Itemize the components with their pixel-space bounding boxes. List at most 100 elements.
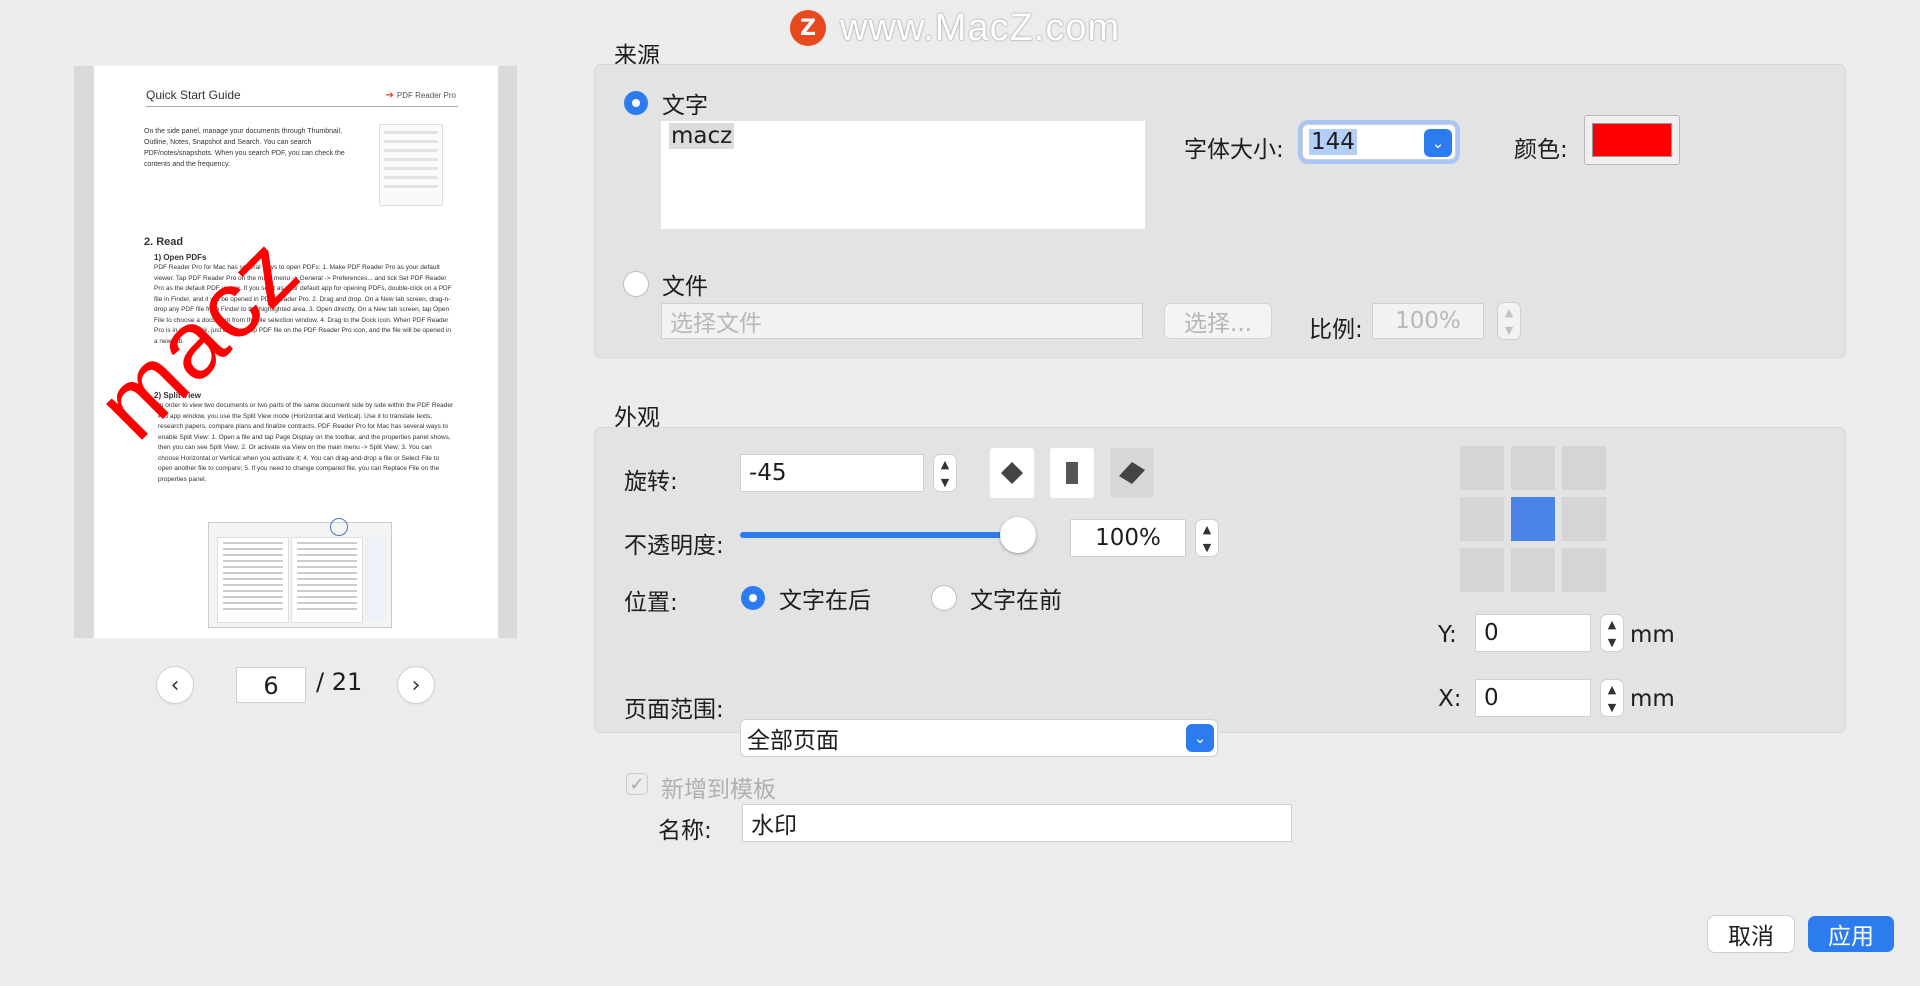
- chevron-down-icon: ▼: [1202, 540, 1212, 554]
- opacity-stepper[interactable]: ▲ ▼: [1196, 520, 1218, 556]
- add-template-checkbox[interactable]: ✓: [626, 773, 648, 795]
- next-page-button[interactable]: ›: [398, 667, 434, 703]
- brand-icon: ➔: [385, 90, 394, 101]
- chevron-up-icon: ▲: [1504, 305, 1514, 319]
- x-label: X:: [1438, 686, 1462, 712]
- cancel-button[interactable]: 取消: [1708, 916, 1794, 952]
- add-template-label: 新增到模板: [661, 777, 776, 803]
- page-total: / 21: [316, 668, 363, 696]
- preview-page: Quick Start Guide ➔ PDF Reader Pro On the…: [94, 66, 498, 638]
- chevron-down-icon: ⌄: [1186, 724, 1214, 752]
- x-stepper[interactable]: ▲ ▼: [1601, 680, 1623, 716]
- radio-front-dot[interactable]: [932, 586, 956, 610]
- page-range-value: 全部页面: [747, 728, 839, 754]
- x-unit: mm: [1630, 686, 1675, 712]
- x-input[interactable]: 0: [1475, 679, 1591, 717]
- chevron-down-icon: ⌄: [1424, 129, 1452, 157]
- position-cell[interactable]: [1460, 446, 1504, 490]
- shape-diamond-button[interactable]: [990, 448, 1034, 498]
- chevron-down-icon: ▼: [1607, 700, 1617, 714]
- radio-behind-dot[interactable]: [741, 586, 765, 610]
- scale-label: 比例:: [1309, 317, 1363, 343]
- chevron-down-icon: ▼: [940, 475, 950, 489]
- chevron-up-icon: ▲: [940, 457, 950, 471]
- position-cell[interactable]: [1562, 497, 1606, 541]
- chevron-up-icon: ▲: [1607, 617, 1617, 631]
- position-cell[interactable]: [1511, 446, 1555, 490]
- y-label: Y:: [1438, 622, 1457, 648]
- radio-behind[interactable]: 文字在后: [741, 581, 871, 615]
- color-well[interactable]: [1584, 115, 1680, 165]
- choose-file-button[interactable]: 选择...: [1164, 303, 1272, 339]
- checkmark-icon: ✓: [629, 773, 645, 795]
- position-cell[interactable]: [1511, 548, 1555, 592]
- font-size-value: 144: [1309, 129, 1357, 155]
- radio-text-dot[interactable]: [624, 91, 648, 115]
- chevron-left-icon: ‹: [170, 672, 180, 698]
- doc-brand: ➔ PDF Reader Pro: [385, 90, 456, 101]
- template-name-input[interactable]: 水印: [742, 804, 1292, 842]
- y-stepper[interactable]: ▲ ▼: [1601, 615, 1623, 651]
- radio-text[interactable]: 文字: [624, 86, 708, 120]
- rhombus-icon: [1119, 462, 1145, 484]
- y-unit: mm: [1630, 622, 1675, 648]
- site-watermark: Z www.MacZ.com: [790, 6, 1120, 50]
- apply-button[interactable]: 应用: [1808, 916, 1894, 952]
- y-input[interactable]: 0: [1475, 614, 1591, 652]
- radio-file-dot[interactable]: [624, 272, 648, 296]
- rotation-stepper[interactable]: ▲ ▼: [934, 455, 956, 491]
- watermark-text-value: macz: [669, 123, 735, 149]
- doc-mini-panel: [379, 124, 443, 206]
- rectangle-icon: [1066, 462, 1078, 484]
- position-cell[interactable]: [1460, 548, 1504, 592]
- shape-rectangle-button[interactable]: [1050, 448, 1094, 498]
- color-label: 颜色:: [1514, 137, 1568, 163]
- radio-text-label: 文字: [662, 93, 708, 119]
- template-name-label: 名称:: [658, 818, 712, 844]
- radio-front[interactable]: 文字在前: [932, 581, 1062, 615]
- position-cell[interactable]: [1460, 497, 1504, 541]
- position-label: 位置:: [624, 590, 678, 616]
- doc-intro: On the side panel, manage your documents…: [144, 128, 345, 168]
- file-path-input[interactable]: 选择文件: [661, 303, 1143, 339]
- opacity-slider-fill: [740, 532, 1018, 538]
- font-size-label: 字体大小:: [1184, 137, 1284, 163]
- color-swatch: [1592, 123, 1672, 157]
- opacity-slider-knob[interactable]: [1000, 517, 1036, 553]
- scale-input[interactable]: 100%: [1372, 303, 1484, 339]
- opacity-slider[interactable]: [740, 517, 1036, 553]
- site-logo: Z: [790, 10, 826, 46]
- opacity-input[interactable]: 100%: [1070, 519, 1186, 557]
- doc-title: Quick Start Guide: [146, 88, 241, 102]
- position-cell[interactable]: [1562, 548, 1606, 592]
- font-size-select[interactable]: 144 ⌄: [1302, 124, 1456, 160]
- chevron-down-icon: ▼: [1504, 323, 1514, 337]
- rotation-label: 旋转:: [624, 469, 678, 495]
- rotation-input[interactable]: -45: [740, 454, 924, 492]
- radio-behind-label: 文字在后: [779, 588, 871, 614]
- opacity-label: 不透明度:: [624, 533, 724, 559]
- doc-highlight-ring: [330, 518, 348, 536]
- chevron-up-icon: ▲: [1202, 522, 1212, 536]
- diamond-icon: [1001, 462, 1023, 484]
- position-cell[interactable]: [1562, 446, 1606, 490]
- doc-split-body: In order to view two documents or two pa…: [158, 402, 454, 483]
- prev-page-button[interactable]: ‹: [157, 667, 193, 703]
- watermark-text-area[interactable]: macz: [661, 121, 1145, 229]
- radio-file[interactable]: 文件: [624, 267, 708, 301]
- chevron-right-icon: ›: [411, 672, 421, 698]
- chevron-up-icon: ▲: [1607, 682, 1617, 696]
- doc-rule: [146, 106, 458, 107]
- position-grid[interactable]: [1460, 446, 1606, 592]
- page-number-input[interactable]: 6: [236, 667, 306, 703]
- shape-rhombus-button[interactable]: [1110, 448, 1154, 498]
- site-watermark-text: www.MacZ.com: [840, 6, 1121, 49]
- radio-front-label: 文字在前: [970, 588, 1062, 614]
- scale-stepper[interactable]: ▲ ▼: [1498, 303, 1520, 339]
- page-range-select[interactable]: 全部页面 ⌄: [740, 719, 1218, 757]
- position-cell-center[interactable]: [1511, 497, 1555, 541]
- page-range-label: 页面范围:: [624, 697, 724, 723]
- doc-screenshot: [208, 522, 392, 628]
- chevron-down-icon: ▼: [1607, 635, 1617, 649]
- doc-heading-read: 2. Read: [144, 236, 184, 248]
